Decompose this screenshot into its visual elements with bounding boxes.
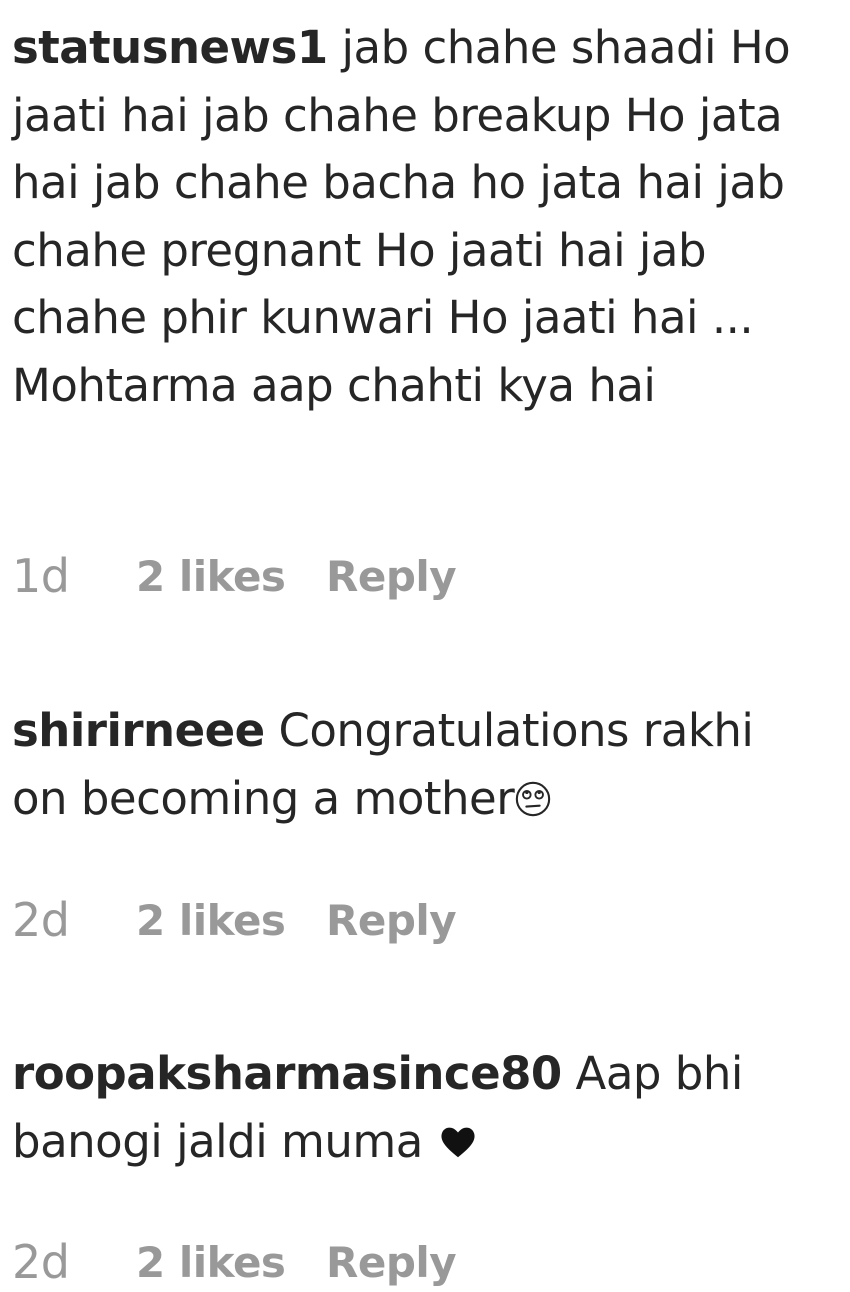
comment-timestamp[interactable]: 2d: [12, 893, 136, 947]
comment-timestamp[interactable]: 2d: [12, 1235, 136, 1289]
comment-body: statusnews1 jab chahe shaadi Ho jaati ha…: [12, 14, 812, 419]
comment-username[interactable]: roopaksharmasince80: [12, 1047, 562, 1100]
comment-likes-count[interactable]: 2 likes: [136, 896, 326, 945]
comment-timestamp[interactable]: 1d: [12, 549, 136, 603]
comment-username[interactable]: shirirneee: [12, 704, 265, 757]
comment-body: shirirneee Congratulations rakhi on beco…: [12, 697, 812, 832]
comment-item: statusnews1 jab chahe shaadi Ho jaati ha…: [12, 14, 812, 419]
comment-meta: 1d 2 likes Reply: [12, 546, 457, 606]
black-heart-emoji-icon: [441, 1127, 475, 1157]
comment-meta: 2d 2 likes Reply: [12, 890, 457, 950]
comment-likes-count[interactable]: 2 likes: [136, 552, 326, 601]
comment-item: roopaksharmasince80 Aap bhi banogi jaldi…: [12, 1040, 812, 1175]
reply-button[interactable]: Reply: [326, 1238, 457, 1287]
comment-text: jab chahe shaadi Ho jaati hai jab chahe …: [12, 21, 791, 412]
comment-item: shirirneee Congratulations rakhi on beco…: [12, 697, 812, 832]
comment-body: roopaksharmasince80 Aap bhi banogi jaldi…: [12, 1040, 812, 1175]
reply-button[interactable]: Reply: [326, 552, 457, 601]
comment-likes-count[interactable]: 2 likes: [136, 1238, 326, 1287]
comment-meta: 2d 2 likes Reply: [12, 1232, 457, 1292]
reply-button[interactable]: Reply: [326, 896, 457, 945]
rolling-eyes-emoji-icon: [516, 781, 551, 816]
comment-username[interactable]: statusnews1: [12, 21, 328, 74]
